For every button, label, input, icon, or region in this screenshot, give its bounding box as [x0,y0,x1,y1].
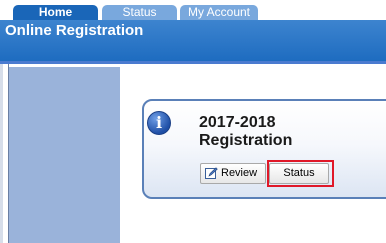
review-button[interactable]: Review [200,163,266,184]
tab-home[interactable]: Home [13,5,98,20]
page-header: Online Registration [0,20,386,64]
card-title-label: Registration [199,132,293,149]
edit-pencil-icon [205,167,218,179]
card-title-year: 2017-2018 [199,114,276,131]
page-title: Online Registration [5,22,144,39]
status-highlight-box [267,160,334,187]
left-edge [0,64,3,243]
card-title: 2017-2018 Registration [199,114,359,150]
sidebar [9,67,120,243]
tab-status[interactable]: Status [102,5,177,20]
info-icon: i [147,111,171,135]
tab-my-account[interactable]: My Account [180,5,258,20]
review-button-label: Review [221,167,258,179]
tab-strip: Home Status My Account [0,0,386,20]
